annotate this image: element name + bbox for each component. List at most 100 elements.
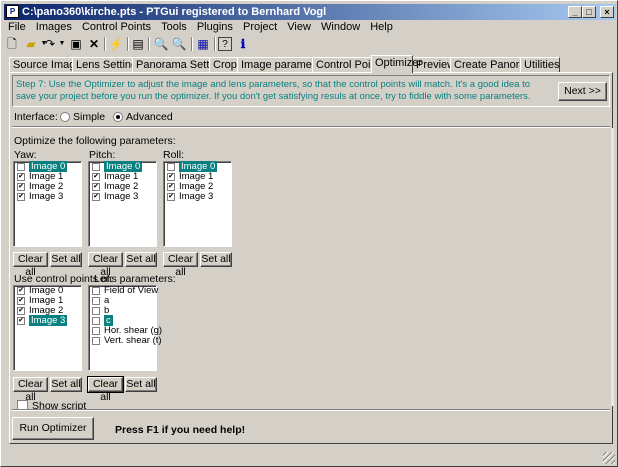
tab-optimizer[interactable]: Optimizer	[371, 55, 422, 73]
maximize-button[interactable]: □	[582, 6, 596, 18]
checkbox[interactable]	[92, 307, 100, 315]
info-icon[interactable]: ℹ	[235, 36, 251, 52]
toolbar-separator	[191, 37, 193, 51]
interface-label: Interface:	[14, 111, 58, 123]
checkbox[interactable]: ✔	[17, 317, 25, 325]
list-item[interactable]: b	[91, 306, 156, 316]
title-bar[interactable]: P C:\pano360\kirche.pts - PTGui register…	[4, 4, 616, 20]
list-item[interactable]: ✔ Image 3	[16, 192, 81, 202]
panorama-icon[interactable]: ▦	[195, 36, 211, 52]
list-item-label: Vert. shear (t)	[104, 335, 162, 346]
pitch-clear-all-button[interactable]: Clear all	[88, 252, 123, 278]
pitch-set-all-button[interactable]: Set all	[125, 252, 157, 267]
menu-plugins[interactable]: Plugins	[197, 21, 233, 33]
list-item-label: Image 3	[29, 191, 64, 202]
yaw-label: Yaw:	[14, 149, 37, 161]
lens-set-all-button[interactable]: Set all	[125, 377, 157, 392]
checkbox[interactable]: ✔	[92, 183, 100, 191]
roll-list[interactable]: Image 0 ✔ Image 1 ✔ Image 2 ✔ Image 3	[163, 161, 232, 247]
checkbox[interactable]: ✔	[92, 173, 100, 181]
tab-source-images[interactable]: Source Images	[9, 57, 87, 72]
roll-set-all-button[interactable]: Set all	[200, 252, 232, 267]
tab-panorama-settings[interactable]: Panorama Settings	[132, 57, 230, 72]
divider	[12, 126, 610, 128]
wand-icon[interactable]: ⚡	[108, 36, 124, 52]
toolbar-separator	[214, 37, 216, 51]
lens-parameters-list[interactable]: Field of View a b c Hor. shear (g) Vert. shea…	[88, 285, 162, 371]
menu-window[interactable]: Window	[321, 21, 360, 33]
yaw-clear-all-button[interactable]: Clear all	[13, 252, 48, 278]
radio-advanced-label[interactable]: Advanced	[126, 111, 173, 123]
next-button[interactable]: Next >>	[558, 82, 607, 101]
menu-file[interactable]: File	[8, 21, 26, 33]
save-icon[interactable]: ▣	[68, 36, 84, 52]
checkbox[interactable]: ✔	[92, 193, 100, 201]
ptgui-app-icon: P	[6, 5, 19, 18]
menu-tools[interactable]: Tools	[161, 21, 187, 33]
toolbar-separator	[148, 37, 150, 51]
menu-control-points[interactable]: Control Points	[82, 21, 151, 33]
checkbox[interactable]	[92, 337, 100, 345]
lens-clear-all-button[interactable]: Clear all	[87, 376, 124, 403]
close-x-icon[interactable]: ✕	[86, 36, 102, 52]
list-item[interactable]: a	[91, 296, 156, 306]
checkbox[interactable]: ✔	[167, 173, 175, 181]
yaw-list[interactable]: Image 0 ✔ Image 1 ✔ Image 2 ✔ Image 3	[13, 161, 82, 247]
menu-project[interactable]: Project	[243, 21, 277, 33]
pitch-list[interactable]: Image 0 ✔ Image 1 ✔ Image 2 ✔ Image 3	[88, 161, 157, 247]
resize-grip[interactable]	[603, 452, 615, 464]
checkbox[interactable]: ✔	[17, 193, 25, 201]
tab-crop[interactable]: Crop	[209, 57, 238, 72]
cp-clear-all-button[interactable]: Clear all	[13, 377, 48, 403]
control-points-list[interactable]: ✔ Image 0 ✔ Image 1 ✔ Image 2 ✔ Image 3	[13, 285, 82, 371]
run-optimizer-button[interactable]: Run Optimizer	[12, 417, 94, 440]
zoom-in-icon[interactable]: 🔍	[153, 36, 169, 52]
vertical-scrollbar[interactable]	[611, 128, 614, 406]
checkbox[interactable]	[92, 327, 100, 335]
tab-lens-settings[interactable]: Lens Settings	[72, 57, 143, 72]
zoom-out-icon[interactable]: 🔍	[171, 36, 187, 52]
toolbar-separator	[104, 37, 106, 51]
checkbox[interactable]: ✔	[167, 183, 175, 191]
checkbox[interactable]: ✔	[17, 183, 25, 191]
list-item[interactable]: ✔ Image 3	[166, 192, 231, 202]
list-item[interactable]: ✔ Image 3	[91, 192, 156, 202]
properties-icon[interactable]: ▤	[130, 36, 146, 52]
checkbox[interactable]	[92, 163, 100, 171]
help-icon[interactable]: ?	[218, 37, 232, 51]
minimize-button[interactable]: _	[568, 6, 582, 18]
checkbox[interactable]: ✔	[17, 173, 25, 181]
checkbox[interactable]	[92, 317, 100, 325]
checkbox[interactable]: ✔	[17, 307, 25, 315]
checkbox[interactable]: ✔	[167, 193, 175, 201]
yaw-set-all-button[interactable]: Set all	[50, 252, 82, 267]
list-item[interactable]: Field of View	[91, 285, 159, 296]
menu-help[interactable]: Help	[370, 21, 393, 33]
roll-clear-all-button[interactable]: Clear all	[163, 252, 198, 278]
cp-set-all-button[interactable]: Set all	[50, 377, 82, 392]
tab-utilities[interactable]: Utilities	[520, 57, 560, 72]
list-item-label: Field of View	[104, 285, 159, 296]
radio-simple-label[interactable]: Simple	[73, 111, 105, 123]
menu-view[interactable]: View	[287, 21, 311, 33]
close-button[interactable]: ×	[600, 6, 614, 18]
checkbox[interactable]	[17, 163, 25, 171]
tab-control-points[interactable]: Control Points	[312, 57, 385, 72]
checkbox[interactable]	[92, 287, 100, 295]
tab-image-parameters[interactable]: Image parameters	[237, 57, 330, 72]
menu-images[interactable]: Images	[36, 21, 72, 33]
checkbox[interactable]	[167, 163, 175, 171]
checkbox[interactable]: ✔	[17, 297, 25, 305]
radio-simple[interactable]	[60, 112, 70, 122]
new-file-icon[interactable]: 🗋	[4, 36, 20, 52]
checkbox[interactable]: ✔	[17, 287, 25, 295]
checkbox[interactable]	[92, 297, 100, 305]
radio-advanced[interactable]	[113, 112, 123, 122]
list-item[interactable]: ✔ Image 3	[16, 315, 81, 326]
toolbar-separator	[127, 37, 129, 51]
optimize-label: Optimize the following parameters:	[14, 135, 176, 147]
application-window: P C:\pano360\kirche.pts - PTGui register…	[0, 0, 618, 467]
list-item[interactable]: Vert. shear (t)	[91, 336, 162, 346]
help-hint: Press F1 if you need help!	[115, 424, 246, 436]
tab-create-panorama[interactable]: Create Panorama	[450, 57, 541, 72]
